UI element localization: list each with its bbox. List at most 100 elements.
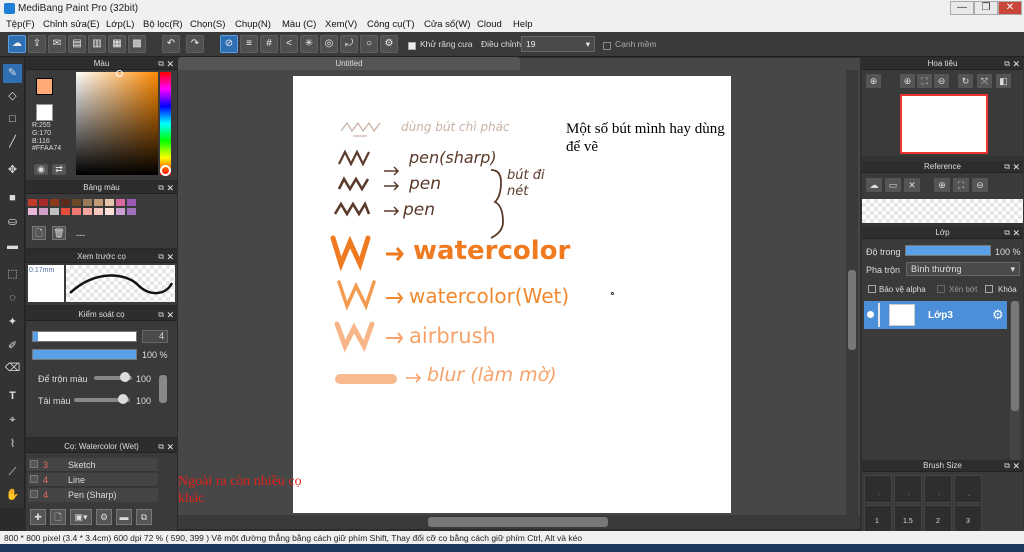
duplicate-icon[interactable]: ⧉ bbox=[136, 509, 152, 525]
comment-icon[interactable]: ✉ bbox=[48, 35, 66, 53]
export-icon[interactable]: ⇪ bbox=[28, 35, 46, 53]
adjust-select[interactable]: 19 ▾ bbox=[521, 36, 595, 52]
palette-swatch[interactable] bbox=[50, 208, 59, 215]
grid-icon[interactable]: ▦ bbox=[108, 35, 126, 53]
menu-window[interactable]: Cửa sổ(W) bbox=[424, 19, 470, 30]
picker-cursor[interactable] bbox=[116, 70, 123, 77]
palette-swatch[interactable] bbox=[39, 199, 48, 206]
palette-swatch[interactable] bbox=[105, 208, 114, 215]
close-icon[interactable]: ✕ bbox=[1012, 161, 1020, 173]
circle-snap-icon[interactable]: ◎ bbox=[320, 35, 338, 53]
palette-swatch[interactable] bbox=[28, 199, 37, 206]
eye-icon[interactable] bbox=[867, 311, 874, 318]
scrollbar-thumb[interactable] bbox=[1011, 301, 1019, 411]
open-folder-icon[interactable]: ▭ bbox=[885, 178, 901, 192]
size-cell[interactable]: · bbox=[894, 475, 922, 503]
palette-swatch[interactable] bbox=[116, 199, 125, 206]
size-slider[interactable] bbox=[32, 331, 137, 342]
radial-snap-icon[interactable]: ✳ bbox=[300, 35, 318, 53]
close-icon[interactable]: ✕ bbox=[166, 309, 174, 321]
popout-icon[interactable]: ⧉ bbox=[158, 309, 164, 321]
menu-color[interactable]: Màu (C) bbox=[282, 19, 316, 30]
folder-icon[interactable]: ▬ bbox=[116, 509, 132, 525]
layer-opacity-slider[interactable] bbox=[905, 245, 991, 256]
close-icon[interactable]: ✕ bbox=[1012, 227, 1020, 239]
list-item[interactable]: 4 Pen (Sharp) bbox=[28, 488, 158, 502]
zoom-in-icon[interactable]: ⊕ bbox=[866, 74, 881, 88]
settings-snap-icon[interactable]: ⚙ bbox=[380, 35, 398, 53]
divide-tool-icon[interactable]: ⟋ bbox=[3, 463, 22, 482]
popout-icon[interactable]: ⧉ bbox=[1004, 161, 1010, 173]
blend-mode-select[interactable]: Bình thường ▾ bbox=[906, 262, 1020, 276]
new-brush-icon[interactable]: 🗋 bbox=[50, 509, 66, 525]
magic-wand-icon[interactable]: ✦ bbox=[3, 313, 22, 332]
vertical-scrollbar[interactable] bbox=[846, 70, 858, 516]
size-input[interactable]: 4 bbox=[142, 330, 168, 343]
swap-icon[interactable]: ⇄ bbox=[52, 164, 66, 175]
transparent-color[interactable] bbox=[36, 104, 53, 121]
delete-icon[interactable]: ✕ bbox=[904, 178, 920, 192]
maximize-button[interactable]: ❐ bbox=[974, 1, 998, 15]
snap-off-icon[interactable]: ⊘ bbox=[220, 35, 238, 53]
close-icon[interactable]: ✕ bbox=[1012, 460, 1020, 472]
palette-swatch[interactable] bbox=[61, 199, 70, 206]
redo-icon[interactable]: ↷ bbox=[186, 35, 204, 53]
lasso-tool-icon[interactable]: ◌ bbox=[3, 289, 22, 308]
hue-slider[interactable] bbox=[160, 72, 171, 175]
lock-checkbox[interactable] bbox=[985, 285, 993, 293]
fit-icon[interactable]: ⛶ bbox=[953, 178, 969, 192]
snap-icon[interactable]: ▩ bbox=[128, 35, 146, 53]
size-cell[interactable]: 3 bbox=[954, 505, 982, 533]
paint-thumb[interactable] bbox=[118, 394, 128, 404]
menu-layer[interactable]: Lớp(L) bbox=[106, 19, 134, 30]
text-tool-icon[interactable]: T bbox=[3, 387, 22, 406]
brush-menu-icon[interactable]: ▣▾ bbox=[70, 509, 92, 525]
popout-icon[interactable]: ⧉ bbox=[158, 251, 164, 263]
close-icon[interactable]: ✕ bbox=[166, 251, 174, 263]
close-icon[interactable]: ✕ bbox=[166, 182, 174, 194]
ellipse-snap-icon[interactable]: ○ bbox=[360, 35, 378, 53]
menu-help[interactable]: Help bbox=[513, 19, 533, 30]
soft-edge-checkbox[interactable] bbox=[603, 42, 611, 50]
menu-edit[interactable]: Chỉnh sửa(E) bbox=[43, 19, 100, 30]
curve-snap-icon[interactable]: ⤾ bbox=[340, 35, 358, 53]
cross-snap-icon[interactable]: # bbox=[260, 35, 278, 53]
clip-checkbox[interactable] bbox=[937, 285, 945, 293]
menu-tools[interactable]: Công cụ(T) bbox=[367, 19, 415, 30]
size-cell[interactable]: · bbox=[924, 475, 952, 503]
document-tab[interactable]: Untitled bbox=[178, 57, 520, 70]
menu-select[interactable]: Chọn(S) bbox=[190, 19, 225, 30]
close-icon[interactable]: ✕ bbox=[1012, 58, 1020, 70]
popout-icon[interactable]: ⧉ bbox=[158, 441, 164, 453]
bucket-tool-icon[interactable]: ⛀ bbox=[3, 213, 22, 232]
popout-icon[interactable]: ⧉ bbox=[158, 182, 164, 194]
saturation-picker[interactable] bbox=[76, 72, 158, 175]
new-palette-icon[interactable]: 🗋 bbox=[32, 226, 46, 240]
menu-file[interactable]: Tệp(F) bbox=[6, 19, 35, 30]
list-item[interactable]: 3 Sketch bbox=[28, 458, 158, 472]
vanish-snap-icon[interactable]: < bbox=[280, 35, 298, 53]
close-button[interactable]: ✕ bbox=[998, 1, 1022, 15]
popout-icon[interactable]: ⧉ bbox=[1004, 227, 1010, 239]
size-cell[interactable]: · bbox=[954, 475, 982, 503]
scrollbar-thumb[interactable] bbox=[428, 517, 608, 527]
palette-swatch[interactable] bbox=[50, 199, 59, 206]
protect-alpha-checkbox[interactable] bbox=[868, 285, 876, 293]
fit-icon[interactable]: ⛶ bbox=[917, 74, 932, 88]
palette-swatch[interactable] bbox=[127, 208, 136, 215]
fill-rect-icon[interactable]: ■ bbox=[3, 189, 22, 208]
size-cell[interactable]: · bbox=[864, 475, 892, 503]
undo-icon[interactable]: ↶ bbox=[162, 35, 180, 53]
palette-swatch[interactable] bbox=[94, 199, 103, 206]
eye-icon[interactable]: ◉ bbox=[34, 164, 48, 175]
layer-scrollbar[interactable] bbox=[1010, 301, 1020, 481]
flip-icon[interactable]: ◧ bbox=[996, 74, 1011, 88]
palette-swatch[interactable] bbox=[72, 199, 81, 206]
trash-icon[interactable]: 🗑 bbox=[52, 226, 66, 240]
palette-swatch[interactable] bbox=[83, 208, 92, 215]
hand-tool-icon[interactable]: ✋ bbox=[3, 486, 22, 505]
list-item[interactable]: 4 Line bbox=[28, 473, 158, 487]
parallel-snap-icon[interactable]: ≡ bbox=[240, 35, 258, 53]
layout-icon[interactable]: ▥ bbox=[88, 35, 106, 53]
eraser-tool-icon[interactable]: ◇ bbox=[3, 87, 22, 106]
